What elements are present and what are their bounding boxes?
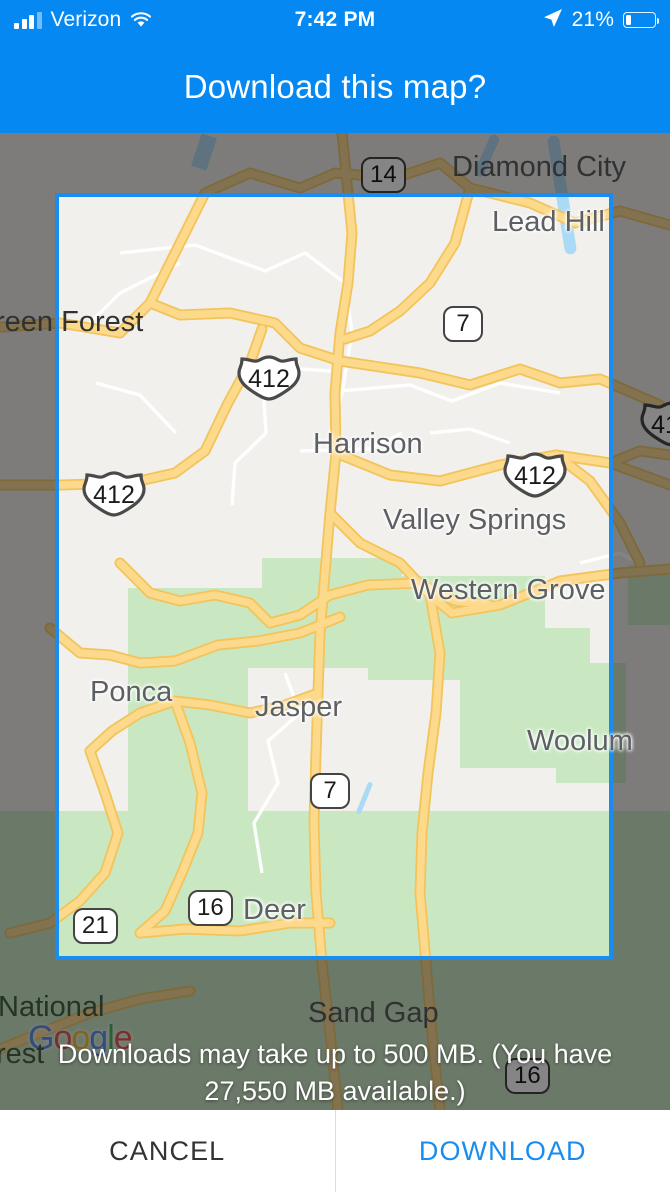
dim-overlay-top [0,133,670,193]
dialog-header: Download this map? [0,40,670,133]
status-bar: Verizon 7:42 PM 21% [0,0,670,40]
dim-overlay-right [613,193,670,960]
cancel-button[interactable]: CANCEL [0,1110,335,1192]
dialog-title: Download this map? [183,67,487,105]
download-button[interactable]: DOWNLOAD [336,1110,670,1192]
signal-bars-icon [14,11,42,29]
battery-percent-label: 21% [571,8,614,31]
status-bar-left: Verizon [0,8,221,32]
download-map-dialog-screen: Verizon 7:42 PM 21% Download this map? N… [0,0,670,1192]
status-bar-right: 21% [449,8,670,33]
dialog-action-bar: CANCEL DOWNLOAD [0,1110,670,1192]
download-size-note-line2: 27,550 MB available.) [204,1076,466,1106]
map-preview[interactable]: Google NationalrestDiamond CityLead Hill… [0,133,670,1110]
location-arrow-icon [543,8,563,33]
battery-icon [622,12,660,28]
wifi-icon [130,12,152,28]
download-size-note-line1: Downloads may take up to 500 MB. (You ha… [57,1039,613,1069]
dim-overlay-left [0,193,55,960]
status-bar-center: 7:42 PM [221,8,449,32]
clock-label: 7:42 PM [294,8,376,31]
download-size-note: Downloads may take up to 500 MB. (You ha… [0,1036,670,1110]
carrier-label: Verizon [50,8,122,31]
